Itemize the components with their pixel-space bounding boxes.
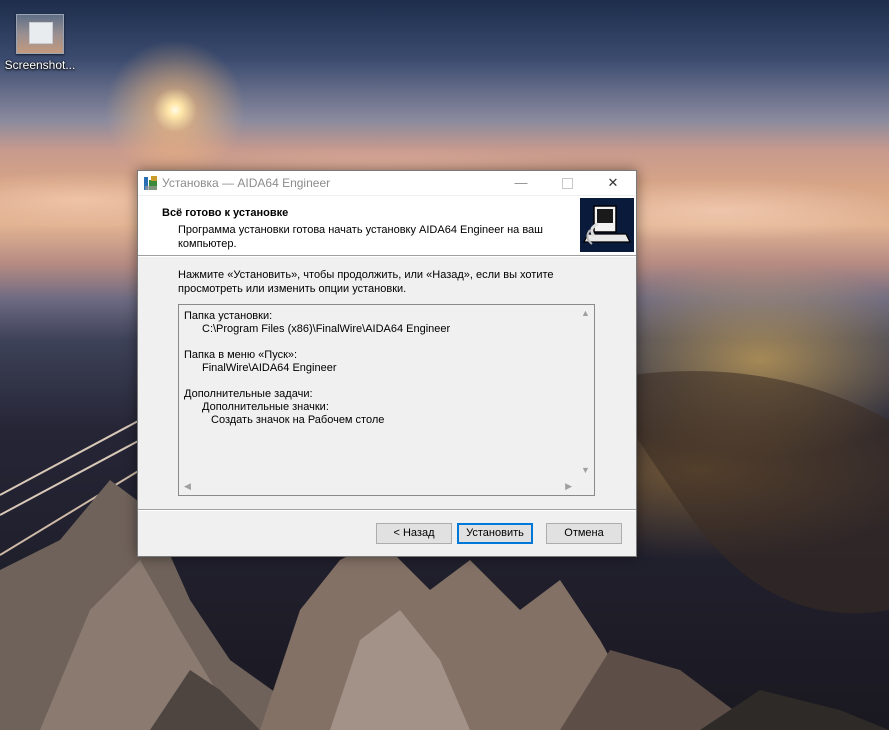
tasks-group: Дополнительные значки: xyxy=(202,401,329,413)
minimize-icon: — xyxy=(514,175,528,190)
memo-content: Папка установки: C:\Program Files (x86)\… xyxy=(184,310,574,427)
maximize-button xyxy=(544,171,590,195)
scroll-right-icon[interactable]: ▶ xyxy=(565,481,572,492)
title-bar[interactable]: Установка — AIDA64 Engineer — ✕ xyxy=(138,171,636,195)
tasks-label: Дополнительные задачи: xyxy=(184,388,313,400)
ready-memo-box[interactable]: Папка установки: C:\Program Files (x86)\… xyxy=(178,304,595,496)
install-button[interactable]: Установить xyxy=(457,523,533,544)
install-folder-value: C:\Program Files (x86)\FinalWire\AIDA64 … xyxy=(202,323,451,335)
vertical-scrollbar[interactable]: ▲ ▼ xyxy=(577,305,594,478)
installer-app-icon xyxy=(144,176,157,190)
intro-text: Нажмите «Установить», чтобы продолжить, … xyxy=(178,269,554,295)
cancel-button[interactable]: Отмена xyxy=(546,523,622,544)
horizontal-scrollbar[interactable]: ◀ ▶ xyxy=(179,478,577,495)
desktop-icon-label: Screenshot... xyxy=(4,58,76,72)
bottom-divider xyxy=(138,509,636,510)
start-menu-value: FinalWire\AIDA64 Engineer xyxy=(202,362,337,374)
screenshot-file-icon xyxy=(16,14,64,54)
window-title: Установка — AIDA64 Engineer xyxy=(162,176,331,190)
header-divider xyxy=(138,256,636,257)
scroll-down-icon[interactable]: ▼ xyxy=(581,465,590,475)
install-folder-label: Папка установки: xyxy=(184,310,273,322)
maximize-icon xyxy=(561,178,573,190)
installer-window: Установка — AIDA64 Engineer — ✕ Всё гото… xyxy=(137,170,637,557)
start-menu-label: Папка в меню «Пуск»: xyxy=(184,349,298,361)
page-title: Всё готово к установке xyxy=(162,207,289,219)
wizard-header: Всё готово к установке Программа установ… xyxy=(138,196,636,256)
scroll-left-icon[interactable]: ◀ xyxy=(184,481,191,492)
tasks-item: Создать значок на Рабочем столе xyxy=(211,414,385,426)
back-button[interactable]: < Назад xyxy=(376,523,452,544)
wizard-logo-icon xyxy=(580,198,634,252)
minimize-button[interactable]: — xyxy=(498,171,544,195)
close-button[interactable]: ✕ xyxy=(590,171,636,195)
desktop-icon-screenshot[interactable]: Screenshot... xyxy=(4,12,76,72)
close-icon: ✕ xyxy=(607,175,619,190)
page-subtitle: Программа установки готова начать устано… xyxy=(178,224,544,250)
scroll-up-icon[interactable]: ▲ xyxy=(581,308,590,318)
